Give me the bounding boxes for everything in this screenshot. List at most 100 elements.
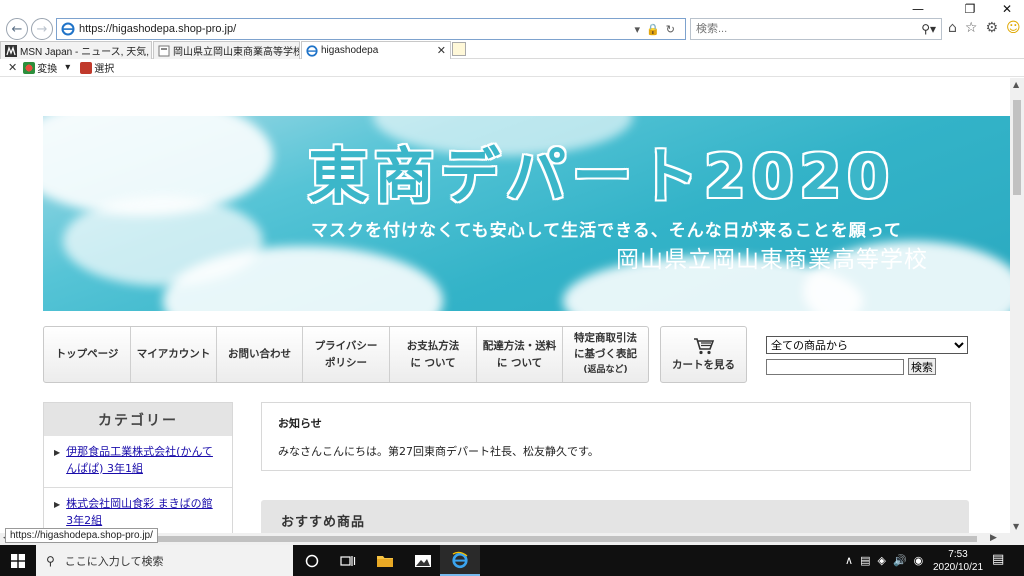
volume-icon[interactable]: 🔊 [893, 554, 907, 567]
address-bar[interactable]: https://higashodepa.shop-pro.jp/ ▾🔒↻ [56, 18, 686, 40]
taskbar-search[interactable]: ⚲ ここに入力して検索 [36, 545, 293, 576]
dropdown-icon[interactable]: ▾ [635, 23, 647, 36]
search-scope-select[interactable]: 全ての商品から [766, 336, 968, 354]
convert-label: 変換 [37, 64, 58, 75]
nav-delivery[interactable]: 配達方法・送料に ついて [477, 327, 563, 382]
tab-msn[interactable]: MSN Japan - ニュース, 天気, メー... [0, 41, 152, 59]
home-icon[interactable]: ⌂ [948, 20, 957, 36]
notification-center-icon[interactable]: ▤ [992, 552, 1004, 567]
product-search-input[interactable] [766, 358, 904, 375]
msn-icon [5, 44, 17, 57]
taskbar-search-placeholder: ここに入力して検索 [64, 554, 164, 568]
category-item: ▶ 伊那食品工業株式会社(かんてんぱぱ) 3年1組 [44, 436, 232, 488]
nav-label: 特定商取引法 に基づく表記 (返品など) [574, 331, 637, 376]
nav-legal-notice[interactable]: 特定商取引法 に基づく表記 (返品など) [563, 327, 648, 382]
nav-top-page[interactable]: トップページ [44, 327, 131, 382]
internet-explorer-icon [452, 551, 468, 568]
scroll-up-icon[interactable]: ▲ [1013, 80, 1019, 89]
nav-contact[interactable]: お問い合わせ [217, 327, 303, 382]
search-icon[interactable]: ⚲▾ [921, 22, 936, 36]
banner-subtitle: マスクを付けなくても安心して生活できる、そんな日が来ることを願って [311, 221, 902, 241]
convert-button[interactable]: 変換 ▾ [23, 60, 70, 75]
news-title: お知らせ [278, 417, 322, 430]
photos-button[interactable] [403, 545, 443, 576]
nav-payment[interactable]: お支払方法に ついて [390, 327, 477, 382]
favorites-star-icon[interactable]: ☆ [965, 20, 978, 36]
cortana-button[interactable] [292, 545, 332, 576]
tab-higashodepa[interactable]: higashodepa ✕ [301, 41, 451, 59]
task-view-icon [340, 555, 356, 566]
minimize-button[interactable]: — [903, 2, 933, 16]
network-icon[interactable]: ▤ [860, 554, 870, 567]
view-cart-button[interactable]: カートを見る [660, 326, 747, 383]
category-box: カテゴリー ▶ 伊那食品工業株式会社(かんてんぱぱ) 3年1組 ▶ 株式会社岡山… [43, 402, 233, 533]
restore-button[interactable]: ❐ [955, 2, 985, 16]
global-nav: トップページ マイアカウント お問い合わせ プライバシー ポリシー お支払方法に … [43, 326, 649, 383]
select-icon [80, 61, 93, 74]
folder-icon [377, 555, 393, 567]
clock-time: 7:53 [948, 549, 968, 560]
browser-search-input[interactable] [696, 23, 922, 35]
clock[interactable]: 7:53 2020/10/21 [928, 548, 988, 574]
new-tab-button[interactable] [452, 42, 466, 56]
news-box: お知らせ みなさんこんにちは。第27回東商デパート社長、松友静久です。 [261, 402, 971, 471]
scroll-right-icon[interactable]: ▶ [990, 533, 997, 543]
forward-arrow-icon: → [36, 21, 48, 37]
forward-button[interactable]: → [31, 18, 53, 40]
category-link[interactable]: 伊那食品工業株式会社(かんてんぱぱ) 3年1組 [66, 444, 222, 477]
chevron-down-icon[interactable]: ▾ [65, 62, 70, 73]
tab-label: higashodepa [321, 45, 379, 56]
vertical-scrollbar[interactable]: ▲ ▼ [1010, 78, 1024, 533]
product-search: 全ての商品から 検索 [766, 336, 968, 375]
file-explorer-button[interactable] [365, 545, 405, 576]
system-tray: ∧ ▤ ◈ 🔊 ◉ [845, 545, 923, 576]
scroll-down-icon[interactable]: ▼ [1013, 522, 1019, 531]
triangle-right-icon: ▶ [54, 448, 61, 457]
banner-title: 東商デパート2020 [308, 142, 895, 212]
news-body: みなさんこんにちは。第27回東商デパート社長、松友静久です。 [278, 445, 599, 458]
product-search-button[interactable]: 検索 [908, 358, 936, 375]
photos-icon [415, 554, 431, 567]
nav-label: お問い合わせ [228, 348, 291, 361]
category-heading: カテゴリー [44, 403, 232, 436]
select-label: 選択 [94, 64, 115, 75]
tab-school[interactable]: 岡山県立岡山東商業高等学校 [153, 41, 300, 59]
lock-icon[interactable]: 🔒 [646, 23, 666, 36]
windows-logo-icon [11, 553, 25, 568]
ime-icon[interactable]: ◉ [914, 554, 924, 567]
tab-bar: MSN Japan - ニュース, 天気, メー... 岡山県立岡山東商業高等学… [0, 40, 1024, 59]
close-icon[interactable]: ✕ [8, 61, 17, 74]
feedback-smiley-icon[interactable]: ☺ [1006, 20, 1021, 36]
vertical-scroll-thumb[interactable] [1013, 100, 1021, 195]
nav-label: 配達方法・送料に ついて [482, 339, 557, 369]
show-hidden-icons-chevron-icon[interactable]: ∧ [845, 554, 853, 567]
task-view-button[interactable] [328, 545, 368, 576]
back-button[interactable]: ← [6, 18, 28, 40]
browser-search-box[interactable]: ⚲▾ [690, 18, 942, 40]
cart-label: カートを見る [672, 359, 735, 371]
address-tools: ▾🔒↻ [635, 23, 681, 36]
nav-privacy-policy[interactable]: プライバシー ポリシー [303, 327, 390, 382]
close-button[interactable]: ✕ [992, 2, 1022, 16]
nav-my-account[interactable]: マイアカウント [131, 327, 217, 382]
address-url[interactable]: https://higashodepa.shop-pro.jp/ [79, 23, 635, 35]
back-arrow-icon: ← [11, 21, 23, 37]
category-link[interactable]: 株式会社岡山食彩 まきばの館 3年2組 [66, 496, 222, 529]
triangle-right-icon: ▶ [54, 500, 61, 509]
cart-icon [693, 338, 714, 355]
select-button[interactable]: 選択 [80, 60, 114, 75]
tab-close-icon[interactable]: ✕ [437, 44, 446, 57]
hero-banner: 東商デパート2020 マスクを付けなくても安心して生活できる、そんな日が来ること… [43, 116, 1010, 311]
banner-school-name: 岡山県立岡山東商業高等学校 [616, 247, 928, 273]
internet-explorer-button[interactable] [440, 545, 480, 576]
browser-titlebar: ← → https://higashodepa.shop-pro.jp/ ▾🔒↻… [0, 0, 1024, 40]
nav-label: トップページ [55, 348, 119, 361]
gear-icon[interactable]: ⚙ [985, 20, 998, 36]
start-button[interactable] [0, 545, 36, 576]
status-url-tooltip: https://higashodepa.shop-pro.jp/ [5, 528, 158, 543]
nav-label: お支払方法に ついて [406, 339, 460, 369]
refresh-icon[interactable]: ↻ [666, 23, 681, 36]
wifi-icon[interactable]: ◈ [877, 554, 885, 567]
tab-label: MSN Japan - ニュース, 天気, メー... [20, 47, 151, 58]
recommended-heading: おすすめ商品 [261, 500, 969, 533]
